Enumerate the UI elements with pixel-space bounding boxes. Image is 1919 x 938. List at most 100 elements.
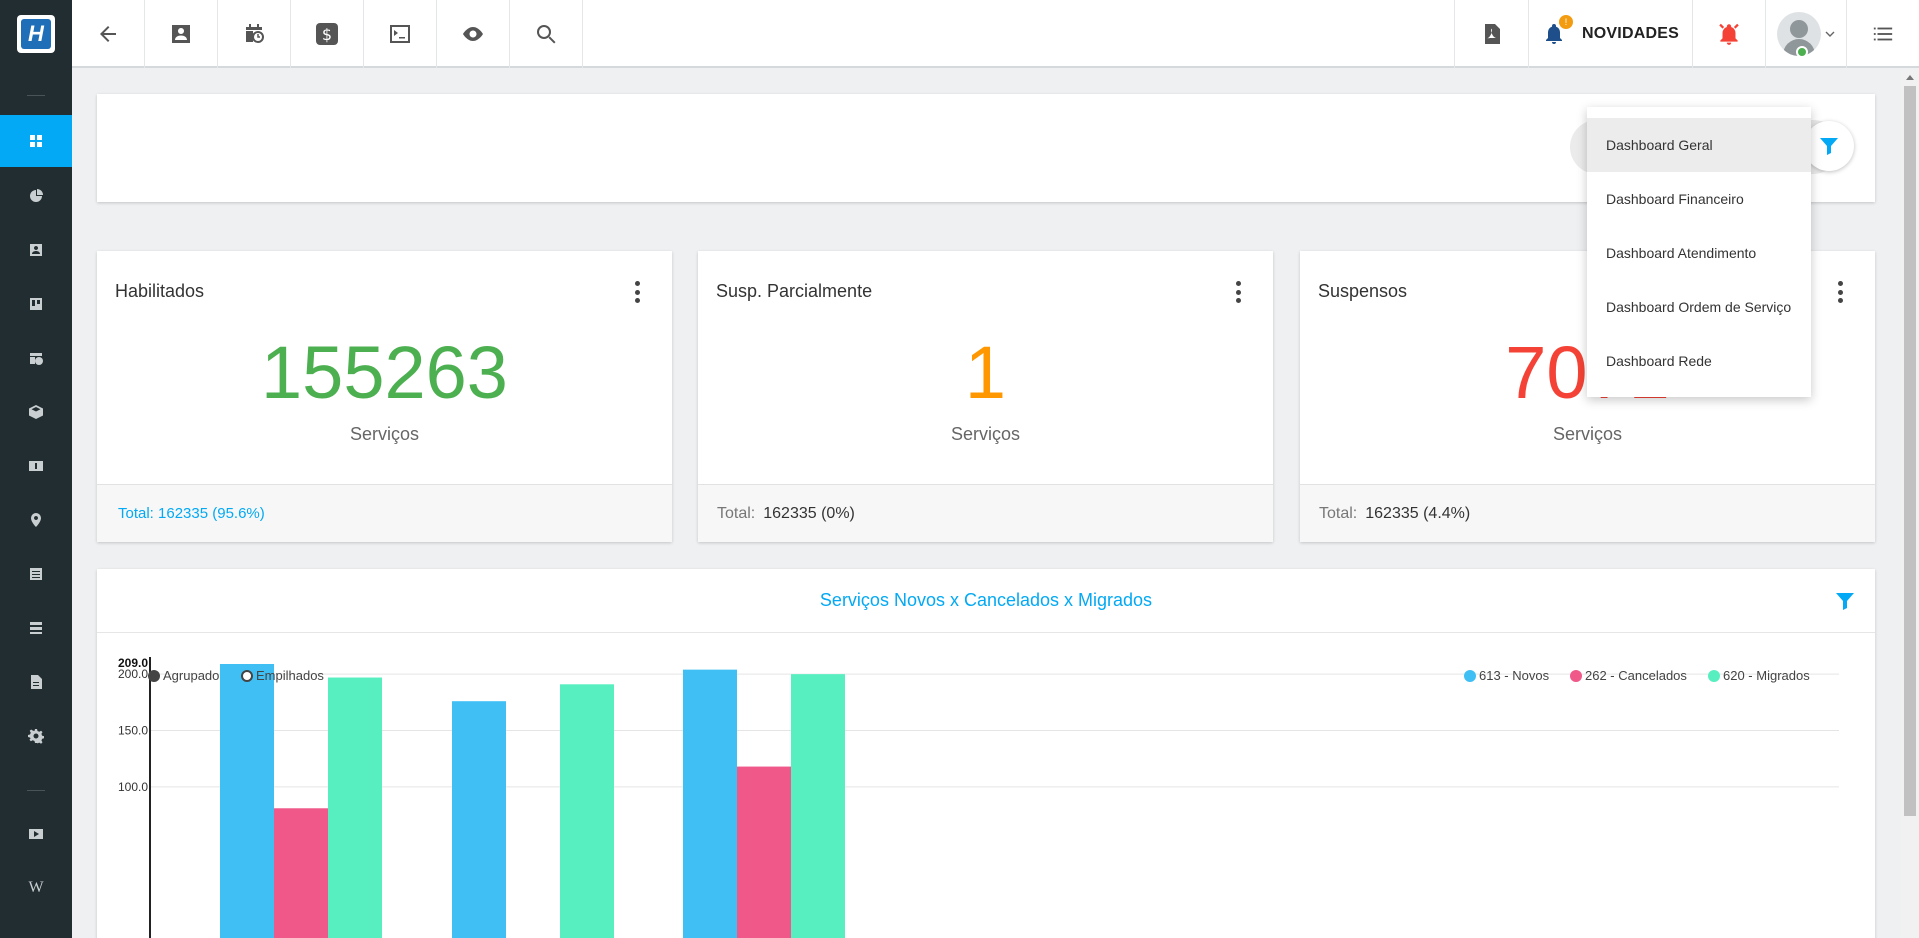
dollar-icon: $ xyxy=(316,23,338,45)
dropdown-item-dashboard-atendimento[interactable]: Dashboard Atendimento xyxy=(1587,226,1811,280)
sidebar-item-documents[interactable] xyxy=(0,548,72,600)
menu-list-button[interactable] xyxy=(1846,0,1919,68)
card-footer: Total: 162335 (0%) xyxy=(698,484,1273,542)
sidebar-item-finance[interactable] xyxy=(0,440,72,492)
terminal-icon xyxy=(390,25,410,43)
map-pin-icon xyxy=(31,513,41,527)
card-footer-value: 162335 (0%) xyxy=(763,504,855,522)
board-icon xyxy=(30,298,42,310)
filter-icon xyxy=(1836,593,1854,610)
customers-shortcut-button[interactable] xyxy=(145,0,218,68)
scroll-up-arrow-icon[interactable] xyxy=(1906,75,1914,80)
bar-novos xyxy=(683,669,737,938)
terminal-shortcut-button[interactable] xyxy=(364,0,437,68)
dropdown-item-dashboard-rede[interactable]: Dashboard Rede xyxy=(1587,334,1811,388)
bar-migrados xyxy=(328,677,382,938)
bar-chart: 200.0150.0100.0209.0Agrupado Empilhados 61… xyxy=(118,656,1839,938)
chart-panel: Serviços Novos x Cancelados x Migrados 2… xyxy=(97,569,1875,938)
sidebar-divider xyxy=(27,95,45,96)
calendar-clock-icon xyxy=(30,353,43,365)
app-logo[interactable]: H xyxy=(17,15,55,53)
user-menu[interactable] xyxy=(1765,0,1846,68)
card-footer-link[interactable]: Total: 162335 (95.6%) xyxy=(97,484,672,542)
list-document-icon xyxy=(30,568,42,580)
logo-mark-icon: H xyxy=(21,19,51,49)
card-menu-button[interactable] xyxy=(634,281,640,303)
back-button[interactable] xyxy=(72,0,145,68)
card-habilitados: Habilitados 155263 Serviços Total: 16233… xyxy=(97,251,672,542)
y-tick-label: 150.0 xyxy=(118,724,148,738)
sidebar-item-wiki[interactable]: W xyxy=(0,862,72,914)
sidebar-item-schedule[interactable] xyxy=(0,332,72,384)
sidebar-item-map[interactable] xyxy=(0,494,72,546)
bar-cancelados xyxy=(737,766,791,938)
eye-icon xyxy=(463,27,483,41)
scroll-thumb[interactable] xyxy=(1904,86,1916,816)
top-bar: $ ! NOVIDADES xyxy=(72,0,1919,68)
list-icon xyxy=(1873,27,1893,41)
sidebar-item-settings[interactable] xyxy=(0,710,72,762)
bell-icon: ! xyxy=(1542,15,1574,47)
radio-agrupado-icon xyxy=(148,670,160,682)
page-scrollbar[interactable] xyxy=(1901,70,1919,938)
bar-migrados xyxy=(560,684,614,938)
sidebar-item-reports[interactable] xyxy=(0,170,72,222)
youtube-icon xyxy=(29,829,43,839)
sidebar-item-servers[interactable] xyxy=(0,602,72,654)
dropdown-item-dashboard-ordem-de-servico[interactable]: Dashboard Ordem de Serviço xyxy=(1587,280,1811,334)
novidades-badge: ! xyxy=(1559,15,1574,29)
dashboard-icon xyxy=(30,135,42,147)
toggle-agrupado-label: Agrupado xyxy=(163,668,219,683)
legend-swatch xyxy=(1464,670,1476,682)
contact-card-icon xyxy=(30,244,42,256)
sidebar-item-board[interactable] xyxy=(0,278,72,330)
bar-migrados xyxy=(791,674,845,938)
legend-label: 613 - Novos xyxy=(1479,668,1550,683)
card-title: Susp. Parcialmente xyxy=(716,281,873,301)
finance-shortcut-button[interactable]: $ xyxy=(291,0,364,68)
card-title: Habilitados xyxy=(115,281,205,301)
chart-filter-button[interactable] xyxy=(1833,589,1857,613)
chart-title: Serviços Novos x Cancelados x Migrados xyxy=(819,590,1153,610)
novidades-label: NOVIDADES xyxy=(1582,25,1679,42)
legend-swatch xyxy=(1570,670,1582,682)
legend-label: 262 - Cancelados xyxy=(1585,668,1687,683)
view-shortcut-button[interactable] xyxy=(437,0,510,68)
sidebar-item-customers[interactable] xyxy=(0,224,72,276)
card-menu-button[interactable] xyxy=(1837,281,1843,303)
sidebar-divider xyxy=(27,790,45,791)
card-susp-parcialmente: Susp. Parcialmente 1 Serviços Total: 162… xyxy=(698,251,1273,542)
arrow-left-icon xyxy=(100,26,116,42)
card-subtitle: Serviços xyxy=(950,424,1021,444)
pie-chart-icon xyxy=(30,189,43,202)
card-menu-button[interactable] xyxy=(1235,281,1241,303)
calendar-clock-icon xyxy=(246,24,264,43)
filter-icon xyxy=(1820,138,1838,155)
box-icon xyxy=(29,405,43,419)
search-button[interactable] xyxy=(510,0,583,68)
filter-button[interactable] xyxy=(1804,121,1854,171)
dropdown-item-dashboard-geral[interactable]: Dashboard Geral xyxy=(1587,118,1811,172)
wiki-icon: W xyxy=(28,879,44,896)
svg-text:$: $ xyxy=(322,25,332,44)
chart-header: Serviços Novos x Cancelados x Migrados xyxy=(97,569,1875,633)
card-footer-label: Total: xyxy=(717,504,756,522)
dropdown-item-dashboard-financeiro[interactable]: Dashboard Financeiro xyxy=(1587,172,1811,226)
novidades-button[interactable]: ! NOVIDADES xyxy=(1528,0,1692,68)
gear-icon xyxy=(28,729,44,744)
card-footer-label: Total: xyxy=(1319,504,1358,522)
sidebar-item-files[interactable] xyxy=(0,656,72,708)
bar-cancelados xyxy=(274,808,328,938)
sidebar-item-products[interactable] xyxy=(0,386,72,438)
schedule-shortcut-button[interactable] xyxy=(218,0,291,68)
sidebar-item-dashboard[interactable] xyxy=(0,115,72,167)
sidebar-item-videos[interactable] xyxy=(0,808,72,860)
pdf-button[interactable] xyxy=(1454,0,1528,68)
alarm-button[interactable] xyxy=(1692,0,1765,68)
chevron-down-icon xyxy=(1825,31,1835,37)
card-footer-value: 162335 (4.4%) xyxy=(1365,504,1471,522)
legend-label: 620 - Migrados xyxy=(1723,668,1810,683)
alarm-bell-icon xyxy=(1719,23,1739,45)
dashboard-dropdown-menu: Dashboard Geral Dashboard Financeiro Das… xyxy=(1587,107,1811,397)
card-value: 1 xyxy=(964,331,1007,414)
